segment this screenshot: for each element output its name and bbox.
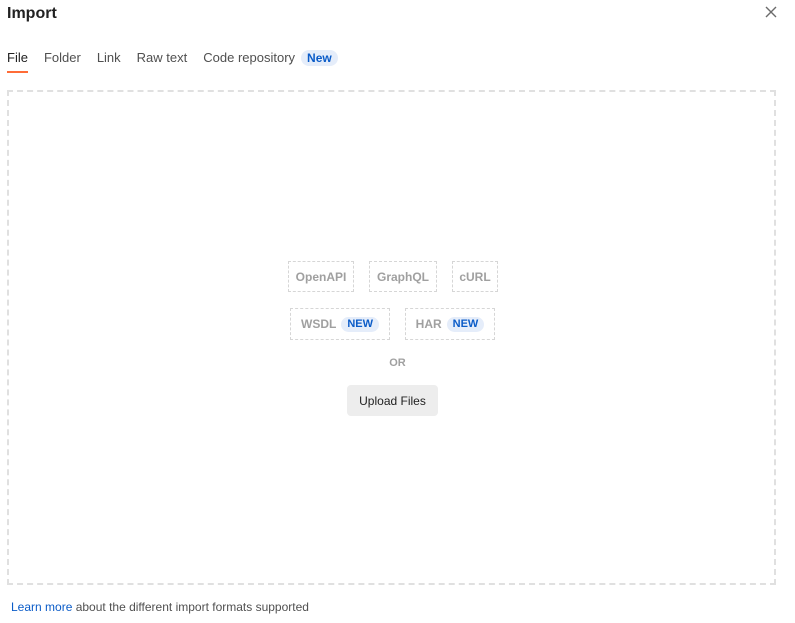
format-wsdl: WSDL NEW <box>290 308 390 340</box>
tab-label: Link <box>96 50 121 65</box>
format-label: GraphQL <box>376 269 429 284</box>
format-har: HAR NEW <box>405 308 495 340</box>
footer-help: Learn more about the different import fo… <box>11 600 309 614</box>
close-icon <box>765 6 777 18</box>
close-button[interactable] <box>763 4 779 20</box>
new-badge: NEW <box>446 316 485 332</box>
import-tabs: File Folder Link Raw text Code repositor… <box>7 50 354 74</box>
footer-text: about the different import formats suppo… <box>72 600 309 614</box>
format-openapi: OpenAPI <box>288 261 354 292</box>
tab-label: Raw text <box>136 50 188 65</box>
tab-raw-text[interactable]: Raw text <box>137 50 188 74</box>
tab-label: Folder <box>43 50 81 65</box>
format-label: cURL <box>459 269 491 284</box>
upload-files-button[interactable]: Upload Files <box>347 385 438 416</box>
file-dropzone[interactable] <box>7 90 776 585</box>
format-graphql: GraphQL <box>369 261 437 292</box>
tab-link[interactable]: Link <box>97 50 121 74</box>
dialog-title: Import <box>7 5 57 22</box>
format-curl: cURL <box>452 261 498 292</box>
tab-folder[interactable]: Folder <box>44 50 81 74</box>
tab-label: Code repository <box>203 50 296 65</box>
learn-more-link[interactable]: Learn more <box>11 600 72 614</box>
format-label: HAR <box>415 317 442 331</box>
format-label: OpenAPI <box>295 269 347 284</box>
tab-label: File <box>7 50 28 65</box>
new-badge: New <box>301 50 338 66</box>
format-label: WSDL <box>301 317 337 331</box>
tab-code-repository[interactable]: Code repository New <box>203 50 338 74</box>
or-separator: OR <box>389 357 406 369</box>
new-badge: NEW <box>341 316 379 332</box>
tab-file[interactable]: File <box>7 50 28 74</box>
